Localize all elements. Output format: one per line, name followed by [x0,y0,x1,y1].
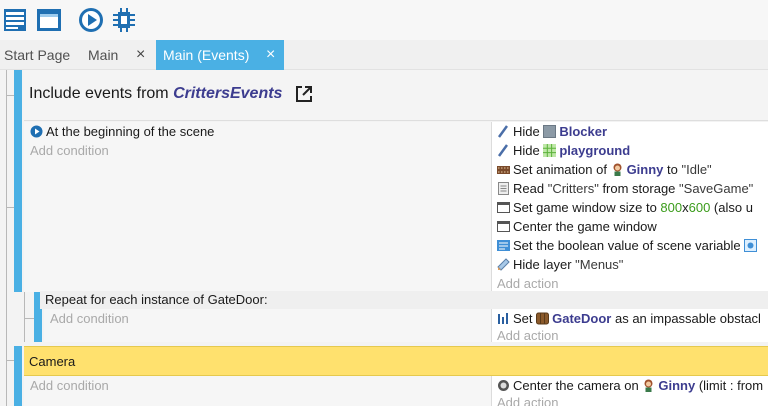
group-title: Camera [29,354,76,369]
include-events-name[interactable]: CrittersEvents [173,85,282,102]
tree-line [6,360,14,361]
condition-item[interactable]: At the beginning of the scene [30,122,214,141]
action-item[interactable]: Set animation of Ginny to "Idle" [497,160,712,179]
include-event-text: Include events from CrittersEvents [29,85,282,103]
storage-icon [498,182,509,195]
window-icon [497,202,510,213]
toolbar [0,0,768,40]
event-drag-handle[interactable] [14,122,22,292]
gatedoor-object-icon [536,312,550,325]
tree-line [6,70,7,406]
visibility-action-icon [497,144,509,157]
scene-window-icon[interactable] [35,6,63,34]
action-item[interactable]: Read "Critters" from storage "SaveGame" [497,179,753,198]
include-event-row[interactable]: Include events from CrittersEvents [24,70,768,121]
condition-text: At the beginning of the scene [46,124,215,139]
pathfinding-obstacle-icon [498,313,508,324]
action-item[interactable]: Center the game window [497,217,657,236]
event-drag-handle[interactable] [14,376,22,406]
conditions-column: Add condition [44,309,492,342]
action-item[interactable]: Set game window size to 800x600 (also u [497,198,753,217]
repeat-event-header[interactable]: Repeat for each instance of GateDoor: [40,291,768,309]
include-prefix: Include events from [29,85,174,102]
tab-main[interactable]: Main × [84,40,154,70]
scene-variable-icon [497,240,510,251]
debugger-icon[interactable] [110,6,138,34]
tree-line [24,292,25,342]
add-condition-link[interactable]: Add condition [30,376,109,395]
object-name: Ginny [658,378,696,393]
close-icon[interactable]: × [266,40,275,70]
tab-bar: Start Page Main × Main (Events) × [0,40,768,70]
object-name: Ginny [626,162,664,177]
close-icon[interactable]: × [136,40,145,70]
camera-icon [498,380,509,391]
action-item[interactable]: Hide Blocker [497,122,607,141]
visibility-action-icon [497,125,509,138]
actions-column: Center the camera on Ginny (limit : from… [492,376,768,406]
repeat-label: Repeat for each instance of GateDoor: [45,292,268,307]
events-sheet: Include events from CrittersEvents At th… [0,70,768,406]
project-manager-icon[interactable] [2,6,30,34]
animation-film-icon [497,166,510,174]
blocker-object-icon [543,125,557,138]
tab-main-events[interactable]: Main (Events) × [156,40,284,70]
layer-icon [497,258,510,271]
action-item[interactable]: Hide playground [497,141,630,160]
object-name: Blocker [559,124,608,139]
event-drag-handle[interactable] [14,346,22,376]
tree-line [24,318,34,319]
conditions-column: At the beginning of the scene Add condit… [24,122,492,292]
add-condition-link[interactable]: Add condition [30,141,109,160]
event-drag-handle[interactable] [14,70,22,122]
add-action-link[interactable]: Add action [497,326,558,345]
action-item[interactable]: Set the boolean value of scene variable [497,236,760,255]
window-icon [497,221,510,232]
object-name: GateDoor [552,311,612,326]
character-sprite-icon [613,163,622,176]
tree-line [6,95,14,96]
character-sprite-icon [644,379,653,392]
tiled-object-icon [543,144,557,157]
tab-label: Main [88,47,119,63]
object-name: playground [559,143,631,158]
tab-label: Start Page [4,47,71,63]
camera-group-row[interactable]: Camera [24,346,768,376]
open-external-icon[interactable] [294,84,314,104]
scene-start-icon [30,125,43,138]
tab-label: Main (Events) [163,47,250,63]
tree-line [6,207,14,208]
preview-play-icon[interactable] [77,6,105,34]
actions-column: Set GateDoor as an impassable obstacl Ad… [492,309,768,345]
action-item[interactable]: Hide layer "Menus" [497,255,623,274]
actions-column: Hide Blocker Hide playground Set animati… [492,122,768,292]
add-condition-link[interactable]: Add condition [50,309,129,328]
tab-start-page[interactable]: Start Page [0,40,82,70]
add-action-link[interactable]: Add action [497,393,558,406]
conditions-column: Add condition [24,376,492,406]
variable-value-icon [744,239,758,252]
